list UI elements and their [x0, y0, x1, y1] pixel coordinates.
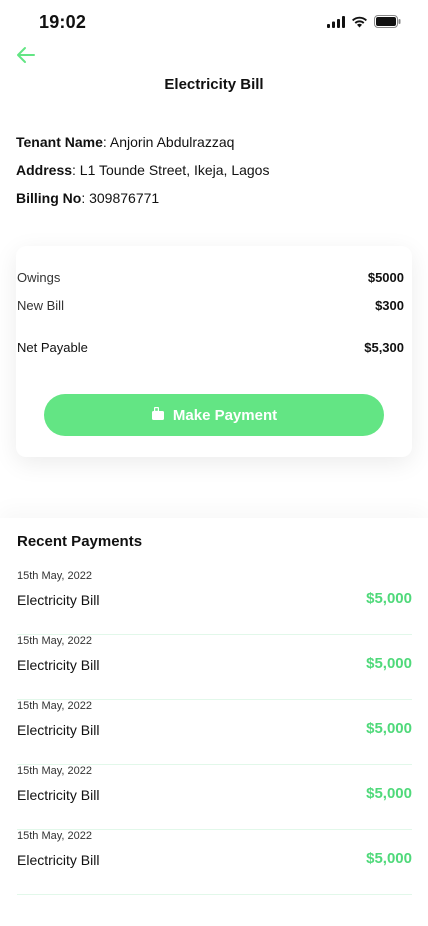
- address-row: Address: L1 Tounde Street, Ikeja, Lagos: [16, 160, 269, 188]
- payment-date: 15th May, 2022: [17, 635, 93, 647]
- payment-date: 15th May, 2022: [17, 700, 93, 712]
- back-button[interactable]: [14, 45, 38, 69]
- tenant-info: Tenant Name: Anjorin Abdulrazzaq Address…: [16, 132, 269, 216]
- wifi-icon: [351, 15, 368, 33]
- net-payable-value: $5,300: [364, 340, 404, 355]
- tenant-name-value: : Anjorin Abdulrazzaq: [102, 134, 235, 150]
- payment-name: Electricity Bill: [17, 722, 100, 738]
- signal-icon: [327, 15, 345, 33]
- payment-amount: $5,000: [366, 590, 412, 607]
- payment-name: Electricity Bill: [17, 592, 100, 608]
- payment-item[interactable]: 15th May, 2022 Electricity Bill $5,000: [17, 635, 412, 700]
- new-bill-value: $300: [375, 298, 404, 313]
- make-payment-label: Make Payment: [172, 406, 278, 424]
- billing-row: Billing No: 309876771: [16, 188, 269, 216]
- page-title: Electricity Bill: [164, 76, 264, 93]
- payment-date: 15th May, 2022: [17, 765, 93, 777]
- tenant-name-label: Tenant Name: [16, 134, 103, 150]
- address-value: : L1 Tounde Street, Ikeja, Lagos: [72, 162, 270, 178]
- payment-amount: $5,000: [366, 850, 412, 867]
- net-payable-label: Net Payable: [17, 340, 88, 355]
- status-time: 19:02: [39, 12, 87, 32]
- new-bill-label: New Bill: [17, 298, 64, 313]
- address-label: Address: [16, 162, 73, 178]
- payment-date: 15th May, 2022: [17, 570, 93, 582]
- billing-label: Billing No: [16, 190, 82, 206]
- tenant-name-row: Tenant Name: Anjorin Abdulrazzaq: [16, 132, 269, 160]
- recent-payments-section: Recent Payments 15th May, 2022 Electrici…: [0, 518, 428, 926]
- payment-name: Electricity Bill: [17, 852, 100, 868]
- payment-name: Electricity Bill: [17, 787, 100, 803]
- net-payable-row: Net Payable $5,300: [17, 340, 404, 355]
- status-icons: [327, 15, 401, 33]
- payment-amount: $5,000: [366, 785, 412, 802]
- bill-summary-card: Owings $5000 New Bill $300 Net Payable $…: [16, 246, 412, 457]
- battery-icon: [374, 15, 401, 33]
- payment-item[interactable]: 15th May, 2022 Electricity Bill $5,000: [17, 570, 412, 635]
- payment-amount: $5,000: [366, 655, 412, 672]
- payment-date: 15th May, 2022: [17, 830, 93, 842]
- owings-value: $5000: [367, 270, 404, 285]
- payment-item[interactable]: 15th May, 2022 Electricity Bill $5,000: [17, 765, 412, 830]
- payment-item[interactable]: 15th May, 2022 Electricity Bill $5,000: [17, 700, 412, 765]
- payment-amount: $5,000: [366, 720, 412, 737]
- arrow-left-icon: [16, 45, 36, 70]
- wallet-icon: [151, 406, 165, 425]
- payment-name: Electricity Bill: [17, 657, 100, 673]
- status-bar: 19:02: [0, 0, 428, 46]
- owings-label: Owings: [17, 270, 61, 285]
- new-bill-row: New Bill $300: [17, 298, 404, 313]
- payment-item[interactable]: 15th May, 2022 Electricity Bill $5,000: [17, 830, 412, 895]
- owings-row: Owings $5000: [17, 270, 404, 285]
- recent-payments-title: Recent Payments: [17, 533, 143, 550]
- billing-value: : 309876771: [81, 190, 160, 206]
- make-payment-button[interactable]: Make Payment: [44, 394, 384, 436]
